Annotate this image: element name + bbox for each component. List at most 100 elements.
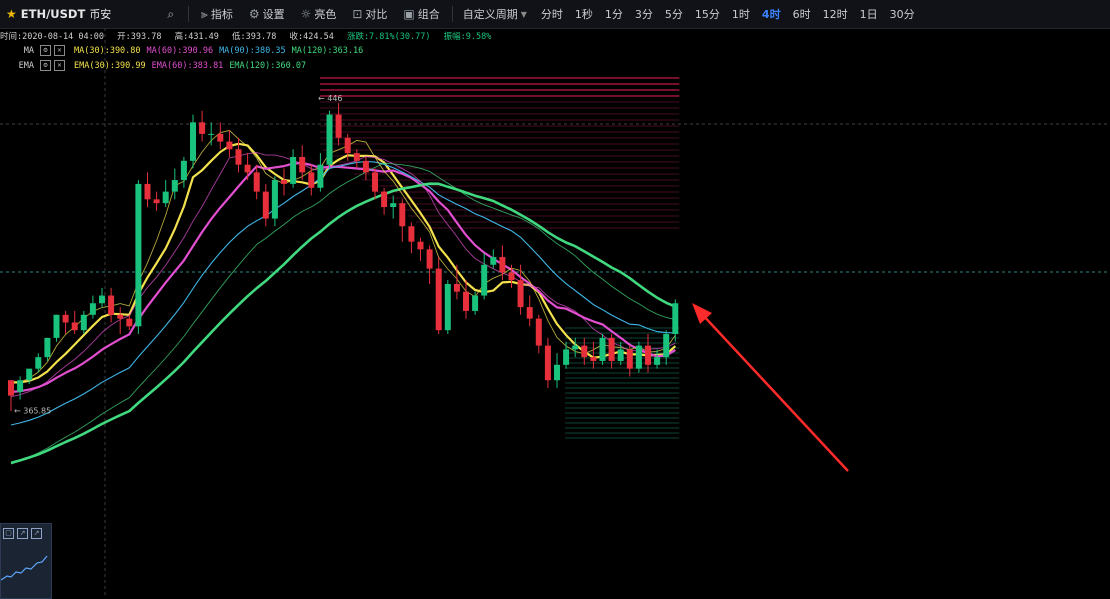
ema-name: EMA xyxy=(18,60,34,71)
gear-icon: ⚙ xyxy=(248,7,260,21)
candle-body xyxy=(17,380,24,392)
candle-body xyxy=(235,149,242,165)
timeframe-tab[interactable]: 1日 xyxy=(854,6,884,22)
candle-body xyxy=(499,257,506,273)
close-icon[interactable]: ✕ xyxy=(54,45,65,56)
price-chart[interactable]: ← 446 ← 365.85 xyxy=(0,28,1110,597)
search-icon[interactable]: ⌕ xyxy=(167,7,174,22)
ma120-line xyxy=(10,182,676,465)
candle-body xyxy=(244,164,251,173)
close-icon[interactable]: ✕ xyxy=(54,60,65,71)
mini-chart-widget[interactable]: ▢ ↗ ↗ xyxy=(0,523,52,599)
candle-body xyxy=(171,180,178,192)
combine-button[interactable]: ▣ 组合 xyxy=(395,0,447,28)
candle-body xyxy=(490,257,497,265)
candle-body xyxy=(226,141,233,150)
ema-legend: EMA ⚙ ✕ EMA(30):390.99 EMA(60):383.81 EM… xyxy=(0,60,306,71)
candle-body xyxy=(199,122,206,134)
candle-body xyxy=(144,183,151,200)
chevron-down-icon: ▼ xyxy=(520,9,527,19)
candle-body xyxy=(290,156,297,184)
candle-body xyxy=(335,114,342,138)
candle-body xyxy=(281,180,287,184)
star-icon[interactable]: ★ xyxy=(6,7,17,21)
timeframe-tab[interactable]: 15分 xyxy=(689,6,726,22)
ma120-value: MA(120):363.16 xyxy=(291,45,364,56)
candle-body xyxy=(517,280,524,308)
candle-body xyxy=(162,191,169,204)
timeframe-tab[interactable]: 5分 xyxy=(659,6,689,22)
candle-body xyxy=(408,226,415,242)
chart-grid xyxy=(0,28,1110,597)
settings-label: 设置 xyxy=(262,8,285,21)
toolbar-divider xyxy=(451,6,453,22)
candle-body xyxy=(353,153,360,161)
timeframe-tab[interactable]: 12时 xyxy=(817,6,854,22)
candle-body xyxy=(180,160,187,181)
candle-body xyxy=(126,318,133,327)
candle-body xyxy=(572,345,579,350)
custom-period-dropdown[interactable]: 自定义周期 ▼ xyxy=(457,6,535,22)
candle-body xyxy=(53,314,60,338)
candle-body xyxy=(581,345,588,358)
candle-body xyxy=(453,284,460,292)
timeframe-tab[interactable]: 6时 xyxy=(787,6,817,22)
toolbar-divider xyxy=(188,6,190,22)
candle-body xyxy=(544,345,551,381)
exchange-name: 币安 xyxy=(89,8,112,21)
candle-body xyxy=(99,295,105,304)
candle-body xyxy=(372,172,378,192)
timeframe-tab[interactable]: 分时 xyxy=(535,6,569,22)
settings-button[interactable]: ⚙ 设置 xyxy=(241,0,293,28)
candle-body xyxy=(308,172,315,188)
timeframe-tab[interactable]: 3分 xyxy=(629,6,659,22)
symbol-selector[interactable]: ★ ETH/USDT 币安 xyxy=(0,0,119,28)
ohlc-high: 高:431.49 xyxy=(174,32,219,42)
candle-body xyxy=(663,334,670,358)
candle-body xyxy=(472,295,479,311)
candle-body xyxy=(672,303,679,335)
candle-body xyxy=(153,199,160,204)
candle-body xyxy=(62,314,69,323)
candle-body xyxy=(554,364,560,381)
gear-icon[interactable]: ⚙ xyxy=(40,60,51,71)
ohlc-open: 开:393.78 xyxy=(117,32,162,42)
candle-body xyxy=(208,133,215,135)
timeframe-tab[interactable]: 1时 xyxy=(726,6,756,22)
candle-body xyxy=(444,284,451,331)
candle-body xyxy=(617,349,624,361)
ohlc-low: 低:393.78 xyxy=(232,32,277,42)
ema60-value: EMA(60):383.81 xyxy=(151,60,224,71)
candle-body xyxy=(590,357,597,361)
top-toolbar: ★ ETH/USDT 币安 ⌕ ⫸ 指标 ⚙ 设置 ☼ 亮色 ⊡ 对比 ▣ 组合… xyxy=(0,0,1110,29)
ohlc-close: 收:424.54 xyxy=(289,32,334,42)
indicator-button[interactable]: ⫸ 指标 xyxy=(193,0,241,28)
candle-body xyxy=(35,357,42,369)
candle-body xyxy=(635,345,642,369)
popout-icon[interactable]: ↗ xyxy=(31,528,42,539)
compare-button[interactable]: ⊡ 对比 xyxy=(344,0,395,28)
timeframe-tab-active[interactable]: 4时 xyxy=(756,6,787,22)
candle-body xyxy=(435,268,442,331)
popout-icon[interactable]: ↗ xyxy=(17,528,28,539)
candle-body xyxy=(654,357,661,365)
red-arrow xyxy=(692,303,849,472)
arrow-shaft xyxy=(699,311,849,472)
candle-body xyxy=(381,191,388,208)
theme-button[interactable]: ☼ 亮色 xyxy=(293,0,345,28)
expand-icon[interactable]: ▢ xyxy=(3,528,14,539)
candle-body xyxy=(508,272,515,281)
ema120-value: EMA(120):360.07 xyxy=(229,60,307,71)
timeframe-tab[interactable]: 1分 xyxy=(599,6,629,22)
candle-body xyxy=(135,183,142,327)
candle-body xyxy=(44,337,51,358)
candle-body xyxy=(71,322,78,331)
gear-icon[interactable]: ⚙ xyxy=(40,45,51,56)
timeframe-tab[interactable]: 30分 xyxy=(884,6,921,22)
timeframe-tab[interactable]: 1秒 xyxy=(569,6,599,22)
ohlc-change: 涨跌:7.81%(30.77) xyxy=(346,32,431,42)
candle-body xyxy=(299,156,306,173)
mini-sparkline xyxy=(1,555,48,581)
candle-body xyxy=(399,203,406,227)
candle-body xyxy=(26,368,33,381)
